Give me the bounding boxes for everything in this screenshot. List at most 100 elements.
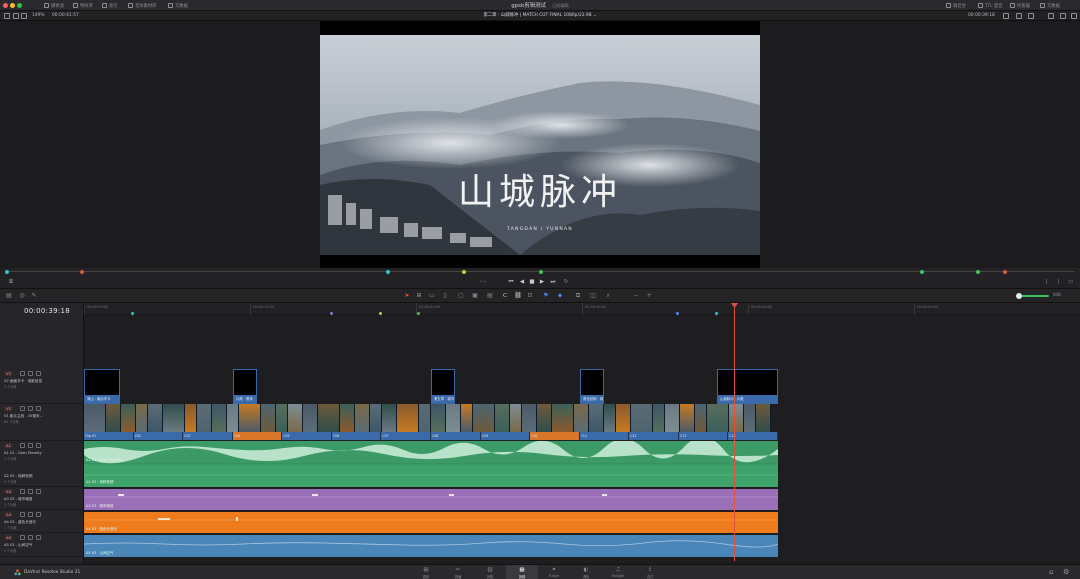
video-clip-label[interactable]: C13 (678, 432, 729, 440)
video-clip-v2[interactable]: 清山 · 最后字卡 (84, 369, 120, 404)
marker-icon[interactable]: ⬥ (556, 292, 564, 300)
insert-clip-icon[interactable]: ▢ (457, 292, 465, 300)
timeline-marker[interactable] (379, 312, 382, 315)
video-clip-label[interactable]: C11 (579, 432, 630, 440)
video-clip-v2[interactable]: 角色说明 · 城市 (580, 369, 604, 404)
video-clip-v2[interactable]: 第五章 · 城市 (431, 369, 455, 404)
audio-clip-a1[interactable]: A1 01 · Gem Eternity A2 03 · 纯粹低频 (84, 441, 778, 487)
video-clip-label[interactable]: C12 (629, 432, 679, 440)
overwrite-clip-icon[interactable]: ▣ (471, 292, 479, 300)
timeline-marker[interactable] (417, 312, 420, 315)
scrub-marker[interactable] (386, 269, 390, 274)
scrub-marker[interactable] (539, 269, 543, 274)
scrub-marker[interactable] (80, 269, 84, 274)
video-clip-label[interactable]: C04 (232, 432, 283, 440)
timeline-marker[interactable] (330, 312, 333, 315)
video-clip-label[interactable]: C05 (282, 432, 332, 440)
auto-select-icon[interactable] (28, 371, 33, 376)
metadata-toggle-right[interactable]: 元数据 (1040, 2, 1060, 9)
loop-options-icon[interactable]: ⌸ (6, 279, 16, 286)
lock-track-icon[interactable] (20, 535, 25, 540)
solo-track-icon[interactable] (28, 535, 33, 540)
minimize-window-button[interactable] (10, 3, 15, 8)
video-clip-label[interactable]: C03 (183, 432, 233, 440)
audio-track-icon[interactable]: ◫ (589, 292, 597, 300)
fullscreen-icon[interactable] (1048, 13, 1054, 19)
audio-meter-icon[interactable] (1028, 13, 1034, 19)
snapping-icon[interactable]: ⊂ (501, 292, 509, 300)
more-icon[interactable] (1071, 13, 1077, 19)
match-frame-icon[interactable]: ▭ (1066, 279, 1075, 286)
monitor-icon[interactable] (1016, 13, 1022, 19)
scrub-marker[interactable] (1003, 269, 1007, 274)
page-tab-edit-active[interactable]: ▦ 剪辑 (506, 565, 538, 579)
loop-icon[interactable]: ↻ (561, 279, 571, 286)
scrub-marker[interactable] (5, 269, 9, 274)
go-to-end-button[interactable]: ⏭ (548, 279, 558, 286)
timeline-name-dropdown[interactable]: 第二章 · 山城脉冲 | MATCH CUT FINAL 1080p/23.98… (0, 11, 1080, 21)
mute-track-icon[interactable] (36, 512, 41, 517)
edit-options-icon[interactable]: ✎ (30, 292, 38, 300)
video-clip-label[interactable]: Clip 01 (84, 432, 134, 440)
go-to-start-button[interactable]: ⏮ (506, 279, 516, 286)
video-track-v1[interactable]: Clip 01 C02 C03 C04 C05 C06 C07 C08 C09 C10 C11 C12… (84, 404, 778, 441)
shuttle-icon[interactable]: ‹·› (478, 279, 488, 286)
video-clip-label[interactable]: C07 (381, 432, 431, 440)
video-clip-v2[interactable]: 山城脉冲 · 片尾 (717, 369, 778, 404)
timeline-marker[interactable] (131, 312, 134, 315)
page-tab-fusion[interactable]: ✦ Fusion (538, 565, 570, 579)
track-header-v1[interactable]: V1 V1 影片主线 - 35毫米... 60 个片段 (0, 404, 84, 441)
lock-track-icon[interactable] (20, 489, 25, 494)
selection-tool-icon[interactable]: ➤ (403, 292, 411, 300)
page-tab-fairlight[interactable]: ♫ Fairlight (602, 565, 634, 579)
stop-button[interactable]: ■ (528, 279, 536, 286)
track-visibility-icon[interactable] (36, 371, 41, 376)
position-lock-icon[interactable]: ⊡ (526, 292, 534, 300)
volume-slider-handle[interactable] (1016, 293, 1022, 299)
lock-track-icon[interactable] (20, 371, 25, 376)
video-clip-label[interactable]: C14 (728, 432, 778, 440)
audio-clip-a4[interactable]: A4 03 · 蓝色长音乐 (84, 512, 778, 533)
page-tab-color[interactable]: ◐ 调色 (570, 565, 602, 579)
track-visibility-icon[interactable] (36, 406, 41, 411)
audio-clip-a3[interactable]: A3 03 · 城市噪音 (84, 489, 778, 510)
scrub-marker[interactable] (462, 269, 466, 274)
audio-view-icon[interactable]: ◎ (18, 292, 26, 300)
sound-library-toggle[interactable]: 音效素材库 (128, 2, 156, 9)
in-point-icon[interactable]: ⟨ (1042, 279, 1051, 286)
volume-slider[interactable] (1021, 295, 1049, 297)
video-clip-label[interactable]: C08 (431, 432, 481, 440)
track-header-a5[interactable]: A5 A5 03 - 山间空气 1 个片段 (0, 533, 84, 557)
timeline-marker[interactable] (676, 312, 679, 315)
video-clip-label[interactable]: C10 (530, 432, 580, 440)
scrub-marker[interactable] (976, 269, 980, 274)
effects-toggle[interactable]: 特效库 (73, 2, 93, 9)
video-clip-label[interactable]: C06 (331, 432, 382, 440)
playhead[interactable] (734, 303, 735, 561)
timeline-view-icon[interactable]: ▤ (5, 292, 13, 300)
video-clip-label[interactable]: C09 (480, 432, 531, 440)
out-point-icon[interactable]: ⟩ (1054, 279, 1063, 286)
mute-track-icon[interactable] (36, 443, 41, 448)
video-clip-v2[interactable]: 片尾 · 黑场 (233, 369, 257, 404)
timeline-ruler[interactable]: 00:00:00:00 00:00:10:00 00:00:20:00 00:0… (84, 303, 1080, 315)
linked-selection-icon[interactable]: ⛓ (514, 292, 522, 300)
trim-tool-icon[interactable]: ⊞ (415, 292, 423, 300)
inspector-toggle[interactable]: 检查器 (1010, 2, 1030, 9)
video-preview[interactable]: 山城脉冲 TANGDAN / YUNNAN (320, 21, 760, 268)
page-tab-media[interactable]: ▤ 媒体 (410, 565, 442, 579)
split-icon[interactable] (1060, 13, 1066, 19)
home-icon[interactable]: ⌂ (1049, 568, 1053, 576)
close-window-button[interactable] (3, 3, 8, 8)
mixer-toggle[interactable]: 调音台 (946, 2, 966, 9)
viewer-options-icon[interactable] (1003, 13, 1009, 19)
solo-track-icon[interactable] (28, 489, 33, 494)
audio-clip-a5[interactable]: A5 03 · 山间空气 (84, 535, 778, 557)
track-header-a2[interactable]: A2 03 - 纯粹低频 1 个片段 (0, 464, 84, 487)
mute-track-icon[interactable] (36, 535, 41, 540)
track-header-a4[interactable]: A4 A4 03 - 蓝色长音乐 1 个片段 (0, 510, 84, 533)
mute-track-icon[interactable] (36, 489, 41, 494)
play-reverse-button[interactable]: ◀ (518, 279, 526, 286)
blade-tool-icon[interactable]: ▯ (441, 292, 449, 300)
ripple-icon[interactable]: ⧉ (574, 292, 582, 300)
